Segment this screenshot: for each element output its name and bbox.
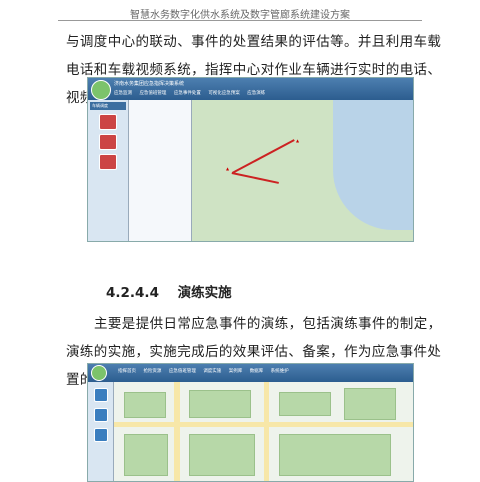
left-panel — [88, 382, 114, 481]
map-block — [124, 392, 166, 418]
app-menu: 应急监测 应急值班管理 应急事件处置 可视化应急预案 应急演练 — [114, 90, 271, 96]
road — [174, 382, 180, 481]
page-header: 智慧水务数字化供水系统及数字管廊系统建设方案 — [130, 10, 350, 21]
menu-item[interactable]: 应急值班管理 — [169, 369, 196, 374]
map-view[interactable] — [114, 382, 413, 481]
menu-item[interactable]: 案例库 — [229, 369, 243, 374]
map-block — [279, 392, 331, 416]
app-title: 济南水务集团应急指挥决策系统 — [114, 81, 185, 87]
menu-item[interactable]: 应急事件处置 — [174, 91, 201, 96]
left-panel: 车辆调度 — [88, 100, 129, 241]
route-line — [232, 139, 295, 174]
menu-item[interactable]: 数据库 — [250, 369, 264, 374]
panel-header: 车辆调度 — [90, 102, 126, 110]
menu-item[interactable]: 调度实施 — [203, 369, 221, 374]
section-number: 4.2.4.4 — [106, 285, 159, 301]
app-titlebar: 济南水务集团应急指挥决策系统 应急监测 应急值班管理 应急事件处置 可视化应急预… — [88, 78, 413, 100]
section-title: 演练实施 — [177, 285, 232, 301]
app-logo-icon — [91, 80, 111, 100]
road — [264, 382, 269, 481]
section-heading: 4.2.4.4 演练实施 — [106, 281, 232, 301]
drill-icon[interactable] — [93, 388, 108, 402]
sea-area — [333, 100, 413, 230]
vehicle-tree[interactable] — [129, 100, 192, 241]
phone-icon[interactable] — [99, 114, 117, 130]
app-logo-icon — [91, 365, 107, 381]
menu-item[interactable]: 指挥首页 — [118, 369, 136, 374]
map-block — [189, 434, 255, 476]
report-icon[interactable] — [93, 428, 108, 442]
menu-item[interactable]: 应急演练 — [247, 91, 265, 96]
app-titlebar: 指挥首页 抢险资源 应急值班管理 调度实施 案例库 数据库 系统维护 — [88, 364, 413, 382]
vehicle-icon[interactable] — [99, 154, 117, 170]
menu-item[interactable]: 抢险资源 — [143, 369, 161, 374]
plan-icon[interactable] — [93, 408, 108, 422]
menu-item[interactable]: 系统维护 — [271, 369, 289, 374]
map-view[interactable]: ▲ ▲ — [192, 100, 413, 241]
route-line — [231, 172, 279, 184]
map-block — [189, 390, 251, 418]
map-block — [279, 434, 391, 476]
video-icon[interactable] — [99, 134, 117, 150]
map-block — [344, 388, 396, 420]
menu-item[interactable]: 可视化应急预案 — [208, 91, 240, 96]
vehicle-marker-icon[interactable]: ▲ — [296, 138, 299, 143]
map-block — [124, 434, 168, 476]
app-menu: 指挥首页 抢险资源 应急值班管理 调度实施 案例库 数据库 系统维护 — [118, 368, 295, 374]
screenshot-drill: 指挥首页 抢险资源 应急值班管理 调度实施 案例库 数据库 系统维护 — [87, 363, 414, 482]
vehicle-marker-icon[interactable]: ▲ — [226, 166, 229, 171]
menu-item[interactable]: 应急监测 — [114, 91, 132, 96]
menu-item[interactable]: 应急值班管理 — [139, 91, 166, 96]
header-divider — [58, 20, 422, 21]
screenshot-vehicle-dispatch: 济南水务集团应急指挥决策系统 应急监测 应急值班管理 应急事件处置 可视化应急预… — [87, 77, 414, 242]
